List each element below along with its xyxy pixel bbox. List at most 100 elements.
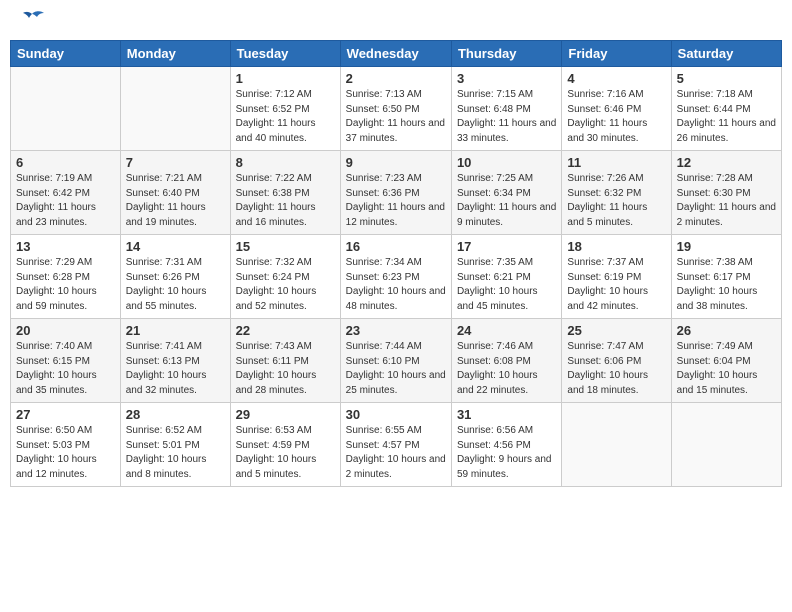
day-info: Sunrise: 7:21 AM Sunset: 6:40 PM Dayligh… [126, 172, 225, 230]
day-info: Sunrise: 7:25 AM Sunset: 6:34 PM Dayligh… [457, 172, 556, 230]
day-number: 18 [567, 239, 665, 254]
calendar-cell: 19Sunrise: 7:38 AM Sunset: 6:17 PM Dayli… [671, 235, 781, 319]
calendar-cell: 11 Sunrise: 7:26 AM Sunset: 6:32 PM Dayli… [562, 151, 671, 235]
calendar-cell: 16 Sunrise: 7:34 AM Sunset: 6:23 PM Dayli… [340, 235, 451, 319]
calendar-week-1: 1Sunrise: 7:12 AM Sunset: 6:52 PM Daylig… [11, 67, 782, 151]
page-header [10, 10, 782, 32]
calendar-cell: 2 Sunrise: 7:13 AM Sunset: 6:50 PM Daylig… [340, 67, 451, 151]
day-number: 16 [346, 239, 446, 254]
day-number: 6 [16, 155, 115, 170]
day-number: 10 [457, 155, 556, 170]
day-info: Sunrise: 7:22 AM Sunset: 6:38 PM Dayligh… [236, 172, 335, 230]
calendar-cell: 13 Sunrise: 7:29 AM Sunset: 6:28 PM Dayli… [11, 235, 121, 319]
calendar-cell [11, 67, 121, 151]
day-info: Sunrise: 7:13 AM Sunset: 6:50 PM Dayligh… [346, 88, 446, 146]
day-number: 31 [457, 407, 556, 422]
calendar-cell: 23 Sunrise: 7:44 AM Sunset: 6:10 PM Dayli… [340, 319, 451, 403]
calendar-week-5: 27 Sunrise: 6:50 AM Sunset: 5:03 PM Dayli… [11, 403, 782, 487]
day-number: 21 [126, 323, 225, 338]
day-info: Sunrise: 6:52 AM Sunset: 5:01 PM Dayligh… [126, 424, 225, 482]
day-info: Sunrise: 7:23 AM Sunset: 6:36 PM Dayligh… [346, 172, 446, 230]
calendar-cell: 29Sunrise: 6:53 AM Sunset: 4:59 PM Dayli… [230, 403, 340, 487]
day-info: Sunrise: 7:32 AM Sunset: 6:24 PM Dayligh… [236, 256, 335, 314]
day-number: 9 [346, 155, 446, 170]
calendar-cell: 25 Sunrise: 7:47 AM Sunset: 6:06 PM Dayli… [562, 319, 671, 403]
day-info: Sunrise: 7:19 AM Sunset: 6:42 PM Dayligh… [16, 172, 115, 230]
calendar-cell: 1Sunrise: 7:12 AM Sunset: 6:52 PM Daylig… [230, 67, 340, 151]
calendar-week-4: 20 Sunrise: 7:40 AM Sunset: 6:15 PM Dayli… [11, 319, 782, 403]
day-number: 24 [457, 323, 556, 338]
calendar-cell: 17 Sunrise: 7:35 AM Sunset: 6:21 PM Dayli… [451, 235, 561, 319]
day-number: 23 [346, 323, 446, 338]
header-tuesday: Tuesday [230, 41, 340, 67]
day-info: Sunrise: 7:28 AM Sunset: 6:30 PM Dayligh… [677, 172, 776, 230]
day-info: Sunrise: 7:18 AM Sunset: 6:44 PM Dayligh… [677, 88, 776, 146]
calendar-cell: 9 Sunrise: 7:23 AM Sunset: 6:36 PM Daylig… [340, 151, 451, 235]
header-sunday: Sunday [11, 41, 121, 67]
calendar-cell: 7 Sunrise: 7:21 AM Sunset: 6:40 PM Daylig… [120, 151, 230, 235]
day-number: 14 [126, 239, 225, 254]
calendar-cell [562, 403, 671, 487]
day-number: 8 [236, 155, 335, 170]
day-info: Sunrise: 6:50 AM Sunset: 5:03 PM Dayligh… [16, 424, 115, 482]
day-info: Sunrise: 6:56 AM Sunset: 4:56 PM Dayligh… [457, 424, 556, 482]
day-number: 27 [16, 407, 115, 422]
day-info: Sunrise: 6:55 AM Sunset: 4:57 PM Dayligh… [346, 424, 446, 482]
logo [15, 10, 46, 32]
day-info: Sunrise: 7:41 AM Sunset: 6:13 PM Dayligh… [126, 340, 225, 398]
calendar-cell: 20 Sunrise: 7:40 AM Sunset: 6:15 PM Dayli… [11, 319, 121, 403]
day-number: 28 [126, 407, 225, 422]
calendar-cell: 26 Sunrise: 7:49 AM Sunset: 6:04 PM Dayli… [671, 319, 781, 403]
calendar-cell [120, 67, 230, 151]
header-monday: Monday [120, 41, 230, 67]
day-number: 25 [567, 323, 665, 338]
day-number: 5 [677, 71, 776, 86]
calendar-cell: 8 Sunrise: 7:22 AM Sunset: 6:38 PM Daylig… [230, 151, 340, 235]
day-info: Sunrise: 7:47 AM Sunset: 6:06 PM Dayligh… [567, 340, 665, 398]
calendar-cell: 27 Sunrise: 6:50 AM Sunset: 5:03 PM Dayli… [11, 403, 121, 487]
day-info: Sunrise: 7:34 AM Sunset: 6:23 PM Dayligh… [346, 256, 446, 314]
day-number: 26 [677, 323, 776, 338]
day-number: 11 [567, 155, 665, 170]
calendar-week-2: 6 Sunrise: 7:19 AM Sunset: 6:42 PM Daylig… [11, 151, 782, 235]
day-info: Sunrise: 7:16 AM Sunset: 6:46 PM Dayligh… [567, 88, 665, 146]
day-info: Sunrise: 7:15 AM Sunset: 6:48 PM Dayligh… [457, 88, 556, 146]
calendar-cell: 10 Sunrise: 7:25 AM Sunset: 6:34 PM Dayli… [451, 151, 561, 235]
day-info: Sunrise: 7:49 AM Sunset: 6:04 PM Dayligh… [677, 340, 776, 398]
calendar-cell: 15 Sunrise: 7:32 AM Sunset: 6:24 PM Dayli… [230, 235, 340, 319]
day-number: 15 [236, 239, 335, 254]
day-number: 13 [16, 239, 115, 254]
day-info: Sunrise: 7:31 AM Sunset: 6:26 PM Dayligh… [126, 256, 225, 314]
calendar-cell: 5 Sunrise: 7:18 AM Sunset: 6:44 PM Daylig… [671, 67, 781, 151]
calendar-cell: 24Sunrise: 7:46 AM Sunset: 6:08 PM Dayli… [451, 319, 561, 403]
calendar-cell: 4 Sunrise: 7:16 AM Sunset: 6:46 PM Daylig… [562, 67, 671, 151]
calendar-cell: 28 Sunrise: 6:52 AM Sunset: 5:01 PM Dayli… [120, 403, 230, 487]
day-info: Sunrise: 7:44 AM Sunset: 6:10 PM Dayligh… [346, 340, 446, 398]
day-info: Sunrise: 7:12 AM Sunset: 6:52 PM Dayligh… [236, 88, 335, 146]
calendar-cell: 14 Sunrise: 7:31 AM Sunset: 6:26 PM Dayli… [120, 235, 230, 319]
day-number: 17 [457, 239, 556, 254]
header-saturday: Saturday [671, 41, 781, 67]
day-info: Sunrise: 7:26 AM Sunset: 6:32 PM Dayligh… [567, 172, 665, 230]
day-number: 12 [677, 155, 776, 170]
calendar-table: Sunday Monday Tuesday Wednesday Thursday… [10, 40, 782, 487]
calendar-cell: 12 Sunrise: 7:28 AM Sunset: 6:30 PM Dayli… [671, 151, 781, 235]
day-number: 4 [567, 71, 665, 86]
weekday-header-row: Sunday Monday Tuesday Wednesday Thursday… [11, 41, 782, 67]
calendar-cell: 31 Sunrise: 6:56 AM Sunset: 4:56 PM Dayli… [451, 403, 561, 487]
day-number: 30 [346, 407, 446, 422]
day-number: 3 [457, 71, 556, 86]
logo-bird-icon [18, 10, 46, 32]
day-info: Sunrise: 7:35 AM Sunset: 6:21 PM Dayligh… [457, 256, 556, 314]
day-number: 7 [126, 155, 225, 170]
day-info: Sunrise: 7:40 AM Sunset: 6:15 PM Dayligh… [16, 340, 115, 398]
day-info: Sunrise: 7:29 AM Sunset: 6:28 PM Dayligh… [16, 256, 115, 314]
day-number: 20 [16, 323, 115, 338]
day-number: 19 [677, 239, 776, 254]
header-thursday: Thursday [451, 41, 561, 67]
day-number: 22 [236, 323, 335, 338]
calendar-cell: 21 Sunrise: 7:41 AM Sunset: 6:13 PM Dayli… [120, 319, 230, 403]
calendar-cell: 6 Sunrise: 7:19 AM Sunset: 6:42 PM Daylig… [11, 151, 121, 235]
day-number: 29 [236, 407, 335, 422]
day-number: 2 [346, 71, 446, 86]
